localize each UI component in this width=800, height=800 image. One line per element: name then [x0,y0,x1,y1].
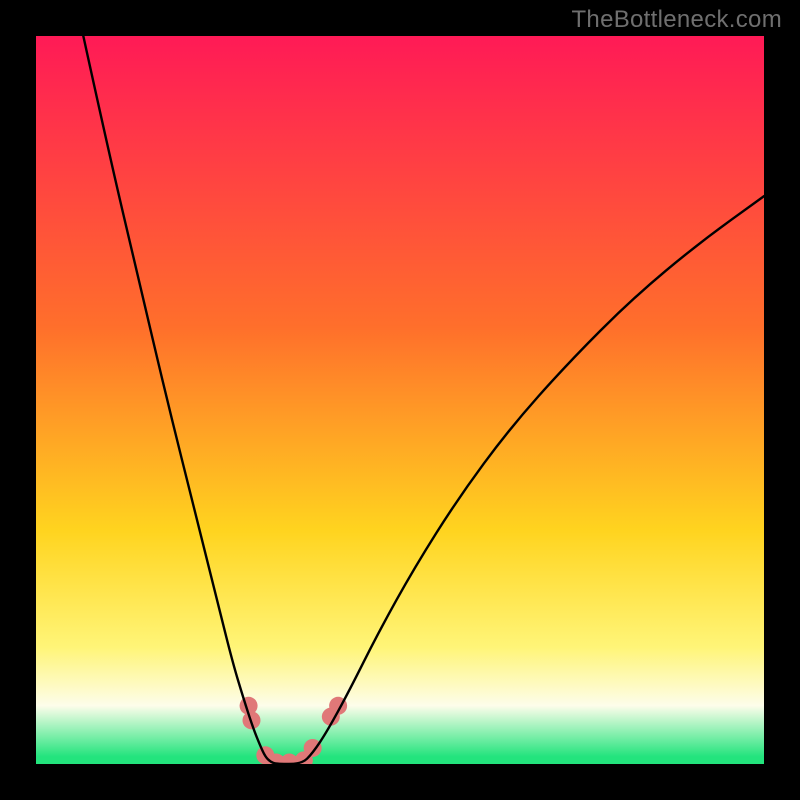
watermark-text: TheBottleneck.com [571,6,782,34]
curve-layer [36,36,764,764]
chart-frame: TheBottleneck.com [0,0,800,800]
bottleneck-curve [83,36,764,764]
marker-group [240,697,348,764]
plot-area [36,36,764,764]
